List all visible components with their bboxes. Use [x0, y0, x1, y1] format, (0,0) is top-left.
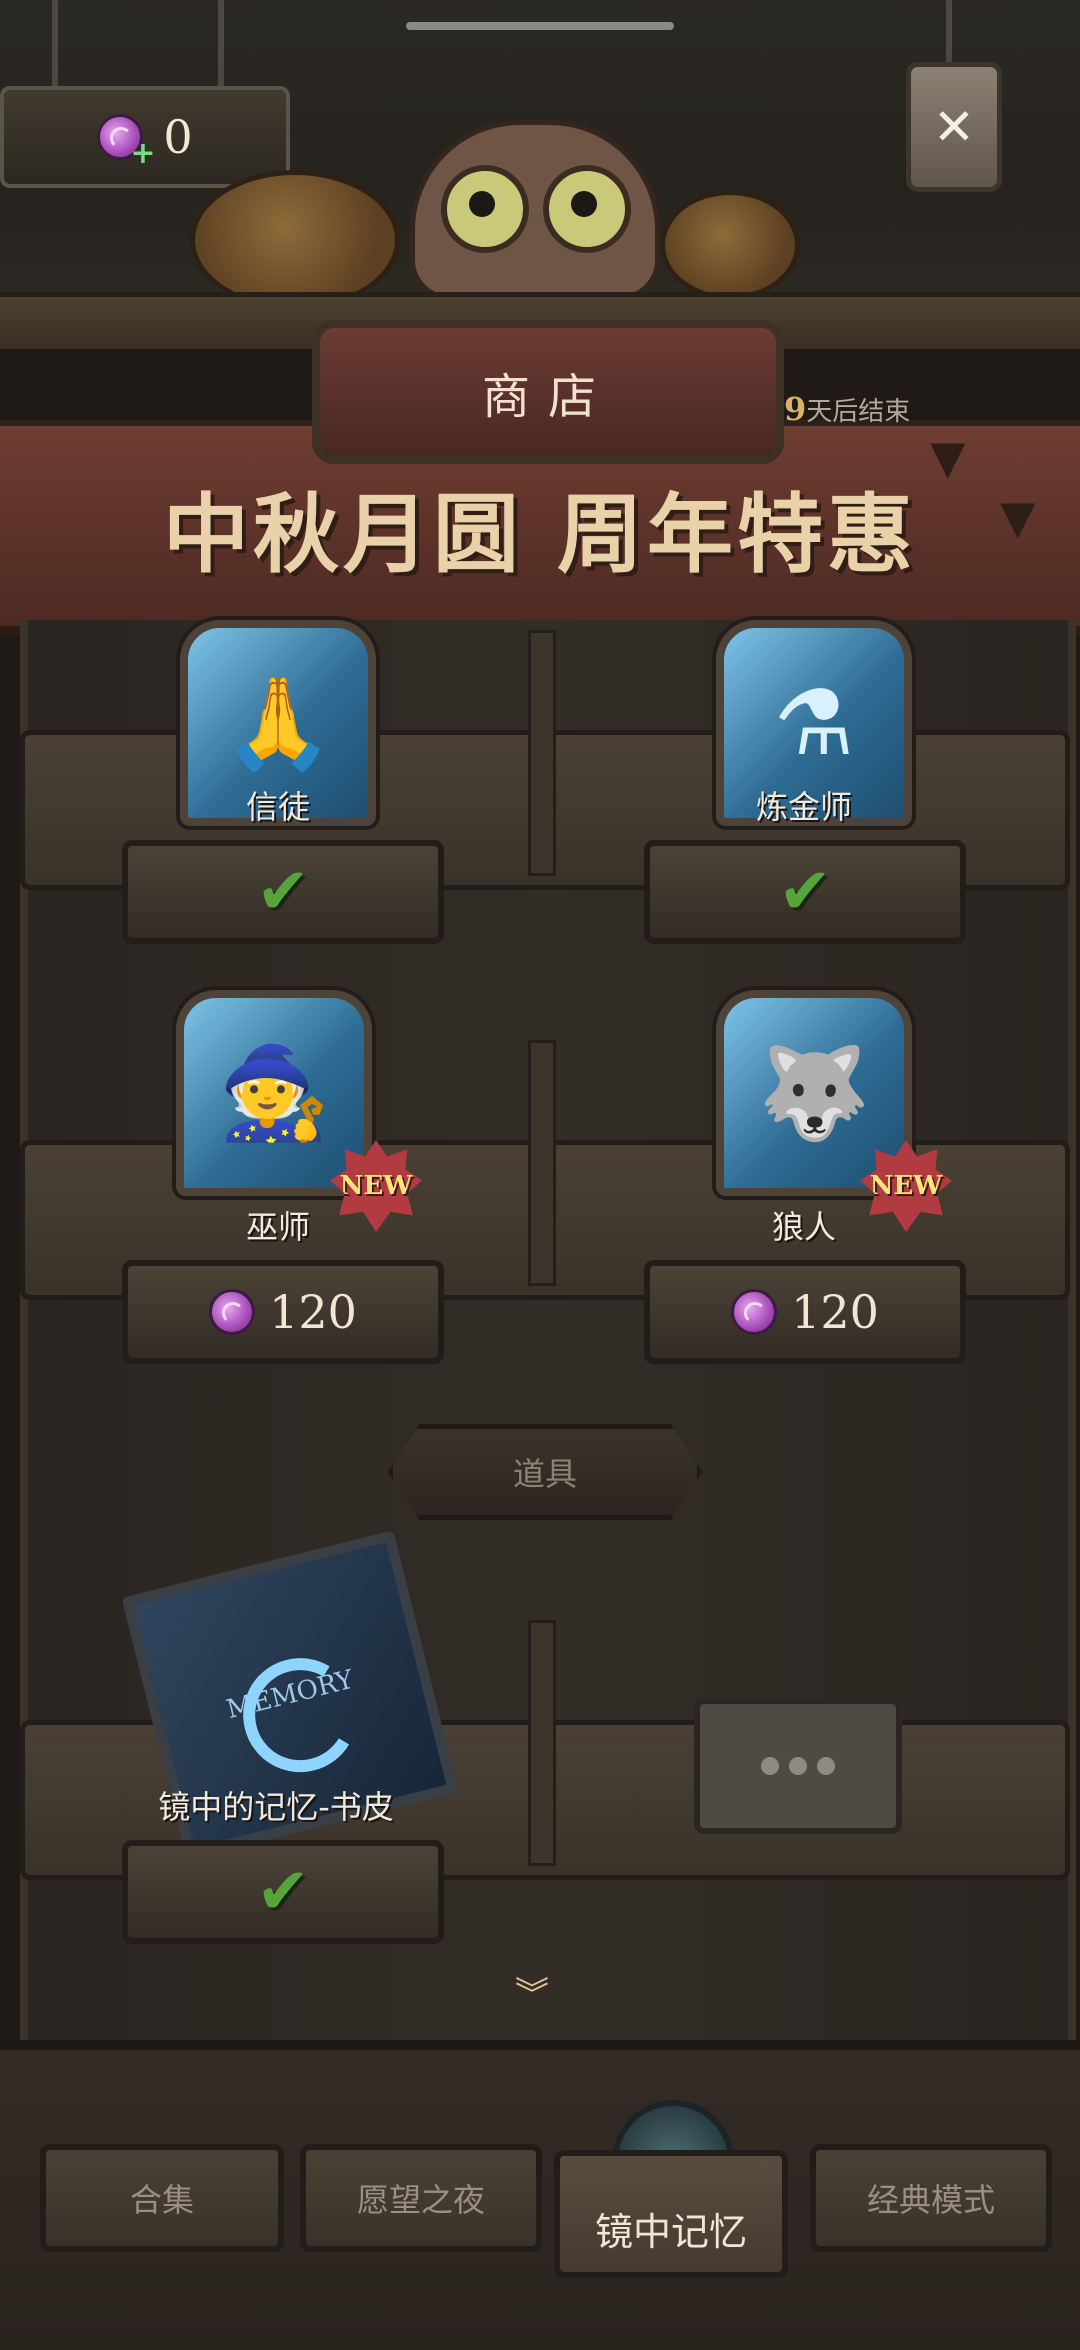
check-icon: ✔ — [256, 1855, 310, 1929]
more-dot — [817, 1757, 835, 1775]
role-name: 炼金师 — [755, 788, 852, 826]
tab-collection[interactable]: 合集 — [40, 2144, 284, 2252]
days-left-suffix: 天后结束 — [806, 397, 911, 427]
potion-flask-icon: ⚗ — [773, 670, 855, 776]
shelf-divider — [528, 1620, 556, 1866]
more-dot — [761, 1757, 779, 1775]
tab-label: 经典模式 — [866, 2181, 995, 2219]
price-value: 120 — [791, 1285, 879, 1339]
more-dot — [789, 1757, 807, 1775]
plus-icon: + — [130, 136, 156, 171]
candy-icon: + — [97, 114, 156, 169]
check-icon: ✔ — [778, 855, 832, 929]
item-name: 镜中的记忆-书皮 — [158, 1788, 394, 1826]
new-badge-text: NEW — [339, 1171, 413, 1201]
pumpkin-decoration-right — [660, 190, 800, 300]
shelf-divider — [528, 1040, 556, 1286]
banner-title: 中秋月圆 周年特惠 — [163, 483, 917, 585]
shop-title-plaque: 商店 — [312, 320, 784, 464]
role-name: 巫师 — [245, 1208, 310, 1246]
tab-mirror-memory[interactable]: 镜中记忆 — [554, 2150, 788, 2278]
owned-plate: ✔ — [644, 840, 966, 944]
items-section-header: 道具 — [388, 1424, 702, 1520]
buy-button[interactable]: 120 — [644, 1260, 966, 1364]
lantern-chain — [946, 0, 952, 62]
candy-icon — [209, 1289, 256, 1335]
event-countdown: 9天后结束 — [784, 390, 910, 428]
buy-button[interactable]: 120 — [122, 1260, 444, 1364]
owl-eye-left — [441, 165, 529, 253]
role-name: 信徒 — [245, 788, 310, 826]
owl-eye-right — [543, 165, 631, 253]
tab-label: 合集 — [129, 2181, 194, 2219]
owned-plate: ✔ — [122, 1840, 444, 1944]
more-items-card[interactable] — [694, 1698, 902, 1834]
scroll-down-chevron-icon[interactable]: ︾ — [515, 1978, 549, 2012]
tab-classic-mode[interactable]: 经典模式 — [810, 2144, 1052, 2252]
candy-balance-panel[interactable]: + 0 — [0, 86, 290, 188]
role-card-wizard[interactable]: 🧙 — [176, 990, 372, 1196]
new-badge-text: NEW — [869, 1171, 943, 1201]
close-button[interactable]: ✕ — [906, 62, 1002, 192]
items-section-label: 道具 — [512, 1455, 577, 1493]
owl-mascot — [410, 120, 660, 300]
chain-left — [52, 0, 58, 88]
days-left-number: 9 — [784, 390, 807, 428]
shelf-divider — [528, 630, 556, 876]
bat-decoration-small: ▼ — [1000, 490, 1036, 544]
wizard-hat-icon: 🧙 — [217, 1040, 331, 1146]
wolf-head-icon: 🐺 — [757, 1040, 871, 1146]
tab-label: 镜中记忆 — [594, 2210, 747, 2254]
tab-wish-night[interactable]: 愿望之夜 — [300, 2144, 542, 2252]
role-name: 狼人 — [771, 1208, 836, 1246]
shop-title: 商店 — [481, 369, 614, 425]
pumpkin-decoration — [190, 170, 400, 310]
praying-hands-icon: 🙏 — [221, 670, 335, 776]
home-indicator — [406, 22, 674, 30]
owned-plate: ✔ — [122, 840, 444, 944]
tab-label: 愿望之夜 — [356, 2181, 485, 2219]
close-icon: ✕ — [933, 98, 975, 156]
candy-icon — [731, 1289, 778, 1335]
chain-right — [218, 0, 224, 88]
bat-decoration: ▼ — [930, 430, 966, 484]
candy-count: 0 — [163, 110, 193, 164]
price-value: 120 — [269, 1285, 357, 1339]
check-icon: ✔ — [256, 855, 310, 929]
